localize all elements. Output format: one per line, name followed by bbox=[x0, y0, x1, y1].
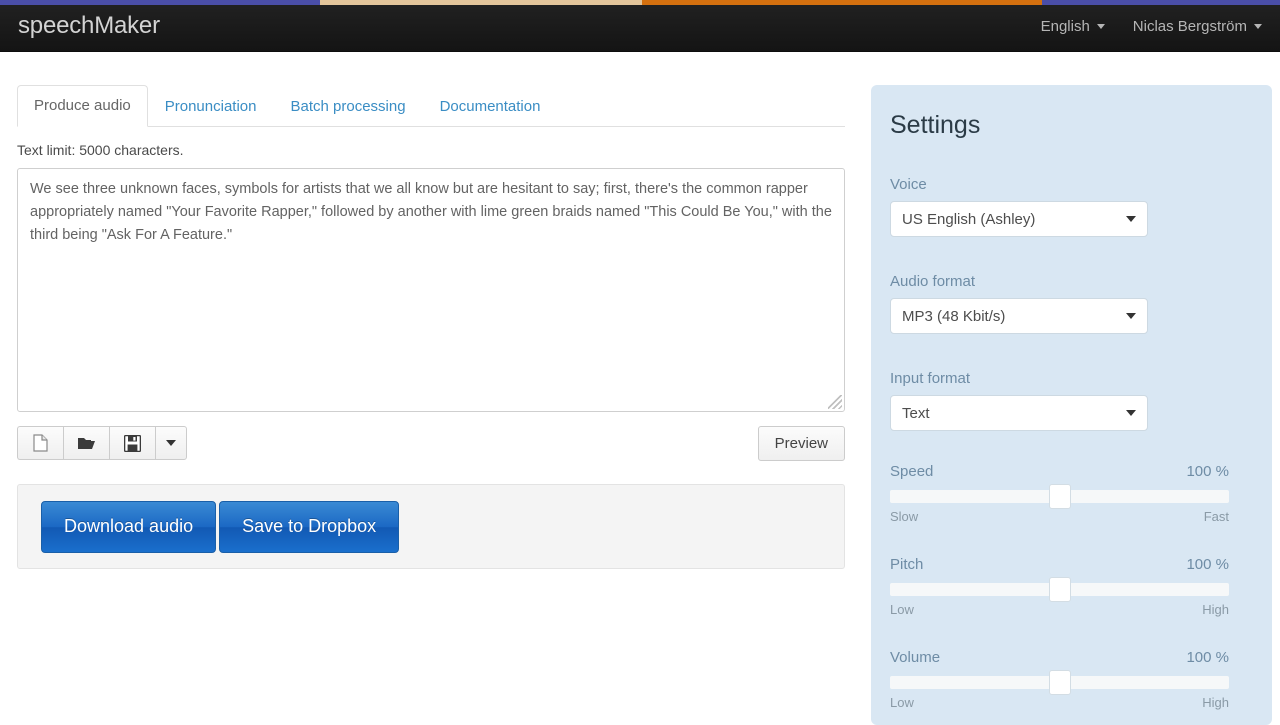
volume-slider-header: Volume 100 % bbox=[890, 649, 1229, 666]
speed-value: 100 % bbox=[1186, 463, 1229, 480]
save-floppy-icon bbox=[124, 434, 141, 452]
new-document-icon bbox=[33, 434, 48, 452]
page-load-progress-bar bbox=[0, 0, 1280, 5]
speed-min-label: Slow bbox=[890, 509, 919, 524]
progress-segment-3 bbox=[642, 0, 1042, 5]
pitch-max-label: High bbox=[1202, 602, 1229, 617]
language-menu[interactable]: English bbox=[1041, 18, 1105, 35]
voice-label: Voice bbox=[890, 176, 927, 193]
chevron-down-icon bbox=[1126, 410, 1136, 416]
tab-documentation[interactable]: Documentation bbox=[423, 86, 558, 127]
volume-slider-range-labels: Low High bbox=[890, 695, 1229, 710]
speed-max-label: Fast bbox=[1203, 509, 1229, 524]
preview-button[interactable]: Preview bbox=[757, 426, 845, 461]
page-body: Produce audio Pronunciation Batch proces… bbox=[0, 52, 1280, 725]
audio-format-select[interactable]: MP3 (48 Kbit/s) bbox=[890, 298, 1148, 334]
chevron-down-icon bbox=[1126, 216, 1136, 222]
user-menu-label: Niclas Bergström bbox=[1132, 17, 1247, 35]
input-format-select-value: Text bbox=[902, 404, 930, 422]
progress-segment-2 bbox=[320, 0, 642, 5]
audio-format-select-value: MP3 (48 Kbit/s) bbox=[902, 307, 1006, 325]
file-button-group bbox=[17, 426, 187, 460]
action-bar: Download audio Save to Dropbox bbox=[17, 484, 845, 569]
save-file-button[interactable] bbox=[109, 426, 155, 460]
main-content-column: Produce audio Pronunciation Batch proces… bbox=[17, 85, 845, 569]
top-navigation-bar: speechMaker English Niclas Bergström bbox=[0, 0, 1280, 52]
navbar-right-menu: English Niclas Bergström bbox=[1041, 0, 1262, 52]
new-document-button[interactable] bbox=[17, 426, 63, 460]
volume-value: 100 % bbox=[1186, 649, 1229, 666]
user-menu[interactable]: Niclas Bergström bbox=[1133, 18, 1262, 35]
speed-slider-handle[interactable] bbox=[1048, 484, 1071, 509]
input-format-select[interactable]: Text bbox=[890, 395, 1148, 431]
pitch-min-label: Low bbox=[890, 602, 914, 617]
progress-segment-4 bbox=[1042, 0, 1280, 5]
volume-slider-handle[interactable] bbox=[1048, 670, 1071, 695]
tab-pronunciation[interactable]: Pronunciation bbox=[148, 86, 274, 127]
text-limit-label: Text limit: 5000 characters. bbox=[17, 142, 184, 158]
open-file-button[interactable] bbox=[63, 426, 109, 460]
chevron-down-icon bbox=[1096, 23, 1105, 29]
pitch-slider-track[interactable] bbox=[890, 577, 1229, 602]
open-folder-icon bbox=[77, 435, 96, 451]
speed-slider-track[interactable] bbox=[890, 484, 1229, 509]
settings-panel: Settings Voice US English (Ashley) Audio… bbox=[871, 85, 1272, 725]
settings-title: Settings bbox=[890, 111, 981, 139]
volume-slider-track[interactable] bbox=[890, 670, 1229, 695]
volume-label: Volume bbox=[890, 649, 941, 666]
more-file-options-button[interactable] bbox=[155, 426, 187, 460]
download-audio-button[interactable]: Download audio bbox=[41, 500, 217, 553]
voice-select-value: US English (Ashley) bbox=[902, 210, 1036, 228]
pitch-value: 100 % bbox=[1186, 556, 1229, 573]
speed-label: Speed bbox=[890, 463, 934, 480]
pitch-slider-handle[interactable] bbox=[1048, 577, 1071, 602]
text-input-wrapper bbox=[17, 168, 845, 412]
tab-batch-processing[interactable]: Batch processing bbox=[273, 86, 422, 127]
tab-produce-audio[interactable]: Produce audio bbox=[17, 85, 148, 127]
audio-format-label: Audio format bbox=[890, 273, 976, 290]
speed-slider-block: Speed 100 % Slow Fast bbox=[890, 463, 1229, 524]
volume-min-label: Low bbox=[890, 695, 914, 710]
speech-text-input[interactable] bbox=[17, 168, 845, 412]
speed-slider-range-labels: Slow Fast bbox=[890, 509, 1229, 524]
editor-toolbar-row: Preview bbox=[17, 426, 845, 461]
brand-logo[interactable]: speechMaker bbox=[18, 0, 160, 52]
volume-slider-block: Volume 100 % Low High bbox=[890, 649, 1229, 710]
volume-max-label: High bbox=[1202, 695, 1229, 710]
pitch-slider-range-labels: Low High bbox=[890, 602, 1229, 617]
input-format-label: Input format bbox=[890, 370, 971, 387]
voice-select[interactable]: US English (Ashley) bbox=[890, 201, 1148, 237]
chevron-down-icon bbox=[166, 440, 176, 446]
pitch-slider-header: Pitch 100 % bbox=[890, 556, 1229, 573]
progress-segment-1 bbox=[0, 0, 320, 5]
chevron-down-icon bbox=[1126, 313, 1136, 319]
pitch-label: Pitch bbox=[890, 556, 924, 573]
pitch-slider-block: Pitch 100 % Low High bbox=[890, 556, 1229, 617]
language-menu-label: English bbox=[1040, 17, 1090, 35]
tab-bar: Produce audio Pronunciation Batch proces… bbox=[17, 85, 845, 127]
chevron-down-icon bbox=[1254, 23, 1262, 29]
speed-slider-header: Speed 100 % bbox=[890, 463, 1229, 480]
save-to-dropbox-button[interactable]: Save to Dropbox bbox=[219, 500, 400, 553]
